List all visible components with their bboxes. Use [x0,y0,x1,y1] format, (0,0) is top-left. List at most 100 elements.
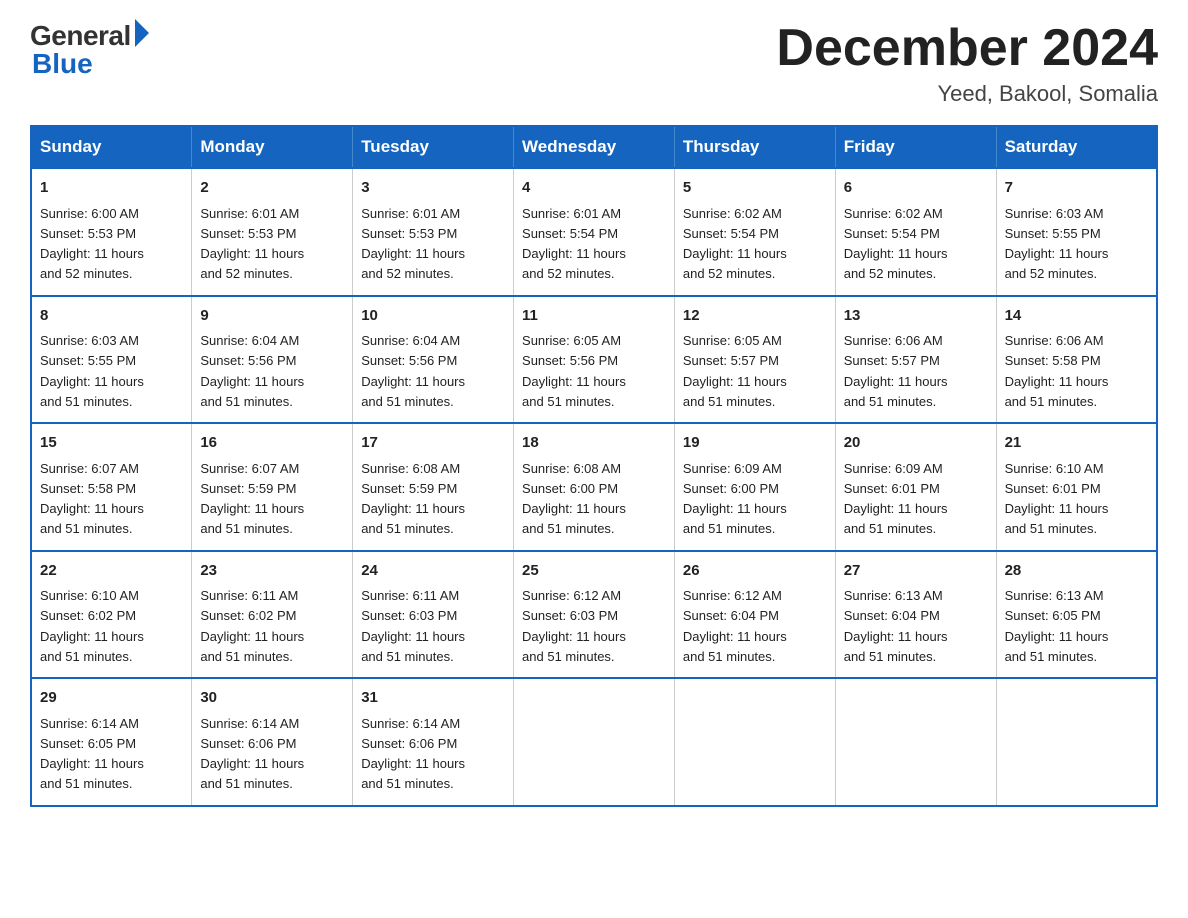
day-info: Sunrise: 6:01 AMSunset: 5:54 PMDaylight:… [522,206,626,282]
calendar-week-row: 1Sunrise: 6:00 AMSunset: 5:53 PMDaylight… [31,168,1157,296]
calendar-header-row: SundayMondayTuesdayWednesdayThursdayFrid… [31,126,1157,168]
calendar-empty-cell [674,678,835,806]
day-info: Sunrise: 6:00 AMSunset: 5:53 PMDaylight:… [40,206,144,282]
day-header-monday: Monday [192,126,353,168]
day-info: Sunrise: 6:14 AMSunset: 6:05 PMDaylight:… [40,716,144,792]
day-info: Sunrise: 6:10 AMSunset: 6:01 PMDaylight:… [1005,461,1109,537]
day-number: 11 [522,305,666,328]
day-number: 22 [40,560,183,583]
day-number: 12 [683,305,827,328]
calendar-day-11: 11 Sunrise: 6:05 AMSunset: 5:56 PMDayligh… [514,296,675,424]
calendar-day-27: 27 Sunrise: 6:13 AMSunset: 6:04 PMDayligh… [835,551,996,679]
day-number: 19 [683,432,827,455]
calendar-day-29: 29Sunrise: 6:14 AMSunset: 6:05 PMDayligh… [31,678,192,806]
day-info: Sunrise: 6:08 AMSunset: 6:00 PMDaylight:… [522,461,626,537]
day-number: 8 [40,305,183,328]
day-number: 9 [200,305,344,328]
day-number: 6 [844,177,988,200]
day-info: Sunrise: 6:11 AMSunset: 6:02 PMDaylight:… [200,588,304,664]
day-info: Sunrise: 6:07 AMSunset: 5:59 PMDaylight:… [200,461,304,537]
day-number: 7 [1005,177,1148,200]
calendar-week-row: 15Sunrise: 6:07 AMSunset: 5:58 PMDayligh… [31,423,1157,551]
calendar-table: SundayMondayTuesdayWednesdayThursdayFrid… [30,125,1158,807]
calendar-day-23: 23Sunrise: 6:11 AMSunset: 6:02 PMDayligh… [192,551,353,679]
day-header-saturday: Saturday [996,126,1157,168]
day-number: 13 [844,305,988,328]
day-info: Sunrise: 6:06 AMSunset: 5:57 PMDaylight:… [844,333,948,409]
day-info: Sunrise: 6:05 AMSunset: 5:57 PMDaylight:… [683,333,787,409]
day-info: Sunrise: 6:02 AMSunset: 5:54 PMDaylight:… [844,206,948,282]
calendar-day-14: 14Sunrise: 6:06 AMSunset: 5:58 PMDayligh… [996,296,1157,424]
calendar-day-3: 3 Sunrise: 6:01 AMSunset: 5:53 PMDaylight… [353,168,514,296]
logo: General Blue [30,20,149,80]
calendar-day-13: 13 Sunrise: 6:06 AMSunset: 5:57 PMDayligh… [835,296,996,424]
calendar-day-8: 8 Sunrise: 6:03 AMSunset: 5:55 PMDaylight… [31,296,192,424]
day-number: 20 [844,432,988,455]
day-number: 30 [200,687,344,710]
day-info: Sunrise: 6:11 AMSunset: 6:03 PMDaylight:… [361,588,465,664]
calendar-day-9: 9 Sunrise: 6:04 AMSunset: 5:56 PMDaylight… [192,296,353,424]
calendar-empty-cell [996,678,1157,806]
calendar-day-12: 12 Sunrise: 6:05 AMSunset: 5:57 PMDayligh… [674,296,835,424]
day-header-friday: Friday [835,126,996,168]
day-info: Sunrise: 6:05 AMSunset: 5:56 PMDaylight:… [522,333,626,409]
calendar-day-5: 5 Sunrise: 6:02 AMSunset: 5:54 PMDaylight… [674,168,835,296]
day-info: Sunrise: 6:13 AMSunset: 6:04 PMDaylight:… [844,588,948,664]
calendar-day-31: 31Sunrise: 6:14 AMSunset: 6:06 PMDayligh… [353,678,514,806]
day-info: Sunrise: 6:02 AMSunset: 5:54 PMDaylight:… [683,206,787,282]
day-number: 3 [361,177,505,200]
calendar-day-26: 26 Sunrise: 6:12 AMSunset: 6:04 PMDayligh… [674,551,835,679]
day-number: 4 [522,177,666,200]
day-info: Sunrise: 6:14 AMSunset: 6:06 PMDaylight:… [200,716,304,792]
day-number: 27 [844,560,988,583]
calendar-empty-cell [514,678,675,806]
month-title: December 2024 [776,20,1158,77]
day-info: Sunrise: 6:08 AMSunset: 5:59 PMDaylight:… [361,461,465,537]
day-header-thursday: Thursday [674,126,835,168]
calendar-week-row: 22 Sunrise: 6:10 AMSunset: 6:02 PMDayligh… [31,551,1157,679]
day-number: 25 [522,560,666,583]
day-number: 24 [361,560,505,583]
location-text: Yeed, Bakool, Somalia [776,81,1158,107]
logo-triangle-icon [135,19,149,47]
calendar-day-7: 7 Sunrise: 6:03 AMSunset: 5:55 PMDaylight… [996,168,1157,296]
calendar-day-1: 1Sunrise: 6:00 AMSunset: 5:53 PMDaylight… [31,168,192,296]
day-header-tuesday: Tuesday [353,126,514,168]
day-number: 26 [683,560,827,583]
day-info: Sunrise: 6:13 AMSunset: 6:05 PMDaylight:… [1005,588,1109,664]
calendar-day-2: 2Sunrise: 6:01 AMSunset: 5:53 PMDaylight… [192,168,353,296]
day-info: Sunrise: 6:09 AMSunset: 6:00 PMDaylight:… [683,461,787,537]
calendar-day-17: 17 Sunrise: 6:08 AMSunset: 5:59 PMDayligh… [353,423,514,551]
day-number: 17 [361,432,505,455]
calendar-day-24: 24 Sunrise: 6:11 AMSunset: 6:03 PMDayligh… [353,551,514,679]
calendar-day-16: 16 Sunrise: 6:07 AMSunset: 5:59 PMDayligh… [192,423,353,551]
day-info: Sunrise: 6:12 AMSunset: 6:04 PMDaylight:… [683,588,787,664]
calendar-day-4: 4 Sunrise: 6:01 AMSunset: 5:54 PMDaylight… [514,168,675,296]
day-number: 14 [1005,305,1148,328]
day-info: Sunrise: 6:03 AMSunset: 5:55 PMDaylight:… [40,333,144,409]
calendar-day-21: 21Sunrise: 6:10 AMSunset: 6:01 PMDayligh… [996,423,1157,551]
page-header: General Blue December 2024 Yeed, Bakool,… [30,20,1158,107]
day-info: Sunrise: 6:04 AMSunset: 5:56 PMDaylight:… [200,333,304,409]
calendar-week-row: 29Sunrise: 6:14 AMSunset: 6:05 PMDayligh… [31,678,1157,806]
title-block: December 2024 Yeed, Bakool, Somalia [776,20,1158,107]
day-number: 18 [522,432,666,455]
day-info: Sunrise: 6:03 AMSunset: 5:55 PMDaylight:… [1005,206,1109,282]
calendar-empty-cell [835,678,996,806]
day-info: Sunrise: 6:10 AMSunset: 6:02 PMDaylight:… [40,588,144,664]
calendar-day-19: 19 Sunrise: 6:09 AMSunset: 6:00 PMDayligh… [674,423,835,551]
day-header-wednesday: Wednesday [514,126,675,168]
day-info: Sunrise: 6:01 AMSunset: 5:53 PMDaylight:… [361,206,465,282]
day-info: Sunrise: 6:09 AMSunset: 6:01 PMDaylight:… [844,461,948,537]
day-number: 28 [1005,560,1148,583]
calendar-day-6: 6 Sunrise: 6:02 AMSunset: 5:54 PMDaylight… [835,168,996,296]
calendar-day-22: 22 Sunrise: 6:10 AMSunset: 6:02 PMDayligh… [31,551,192,679]
day-number: 16 [200,432,344,455]
day-info: Sunrise: 6:14 AMSunset: 6:06 PMDaylight:… [361,716,465,792]
calendar-day-20: 20 Sunrise: 6:09 AMSunset: 6:01 PMDayligh… [835,423,996,551]
day-number: 5 [683,177,827,200]
day-info: Sunrise: 6:01 AMSunset: 5:53 PMDaylight:… [200,206,304,282]
calendar-day-10: 10Sunrise: 6:04 AMSunset: 5:56 PMDayligh… [353,296,514,424]
calendar-day-25: 25Sunrise: 6:12 AMSunset: 6:03 PMDayligh… [514,551,675,679]
calendar-day-18: 18 Sunrise: 6:08 AMSunset: 6:00 PMDayligh… [514,423,675,551]
